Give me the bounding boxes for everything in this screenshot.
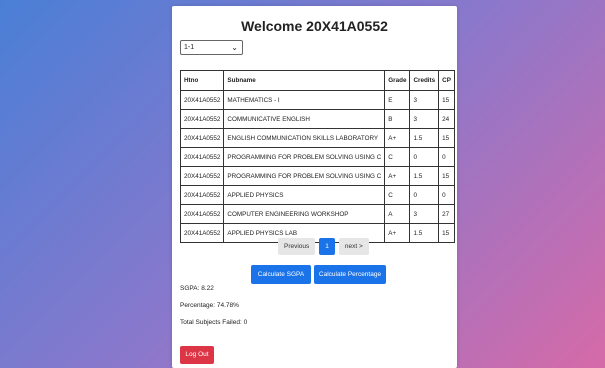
subjects-failed-value: Total Subjects Failed: 0	[180, 319, 248, 326]
column-header-credits: Credits	[409, 70, 440, 91]
cell-grade: C	[384, 147, 411, 167]
cell-htno: 20X41A0552	[179, 90, 225, 110]
semester-select[interactable]: 1-1 ⌄	[180, 40, 243, 55]
cell-credits: 1.5	[409, 128, 440, 148]
cell-credits: 1.5	[409, 223, 440, 243]
results-table: Htno Subname Grade Credits CP 20X41A0552…	[179, 70, 455, 243]
cell-grade: A	[384, 204, 411, 224]
cell-subname: PROGRAMMING FOR PROBLEM SOLVING USING C	[223, 147, 386, 167]
cell-subname: MATHEMATICS - I	[223, 90, 386, 110]
calculate-sgpa-button[interactable]: Calculate SGPA	[251, 265, 311, 284]
cell-grade: B	[384, 109, 411, 129]
cell-subname: APPLIED PHYSICS	[223, 185, 386, 205]
cell-credits: 3	[409, 90, 440, 110]
cell-cp: 15	[438, 90, 455, 110]
table-row: 20X41A0552 PROGRAMMING FOR PROBLEM SOLVI…	[179, 147, 455, 167]
cell-cp: 15	[438, 128, 455, 148]
column-header-subname: Subname	[223, 70, 386, 91]
cell-credits: 0	[409, 147, 440, 167]
cell-subname: COMMUNICATIVE ENGLISH	[223, 109, 386, 129]
column-header-grade: Grade	[384, 70, 411, 91]
log-out-button[interactable]: Log Out	[180, 346, 214, 364]
cell-htno: 20X41A0552	[179, 147, 225, 167]
cell-credits: 3	[409, 204, 440, 224]
table-row: 20X41A0552 APPLIED PHYSICS C 0 0	[179, 185, 455, 205]
cell-subname: ENGLISH COMMUNICATION SKILLS LABORATORY	[223, 128, 386, 148]
calculate-percentage-button[interactable]: Calculate Percentage	[314, 265, 386, 284]
cell-htno: 20X41A0552	[179, 128, 225, 148]
percentage-value: Percentage: 74.78%	[180, 302, 239, 309]
table-row: 20X41A0552 COMMUNICATIVE ENGLISH B 3 24	[179, 109, 455, 129]
cell-subname: PROGRAMMING FOR PROBLEM SOLVING USING C	[223, 166, 386, 186]
cell-htno: 20X41A0552	[179, 223, 225, 243]
semester-select-value: 1-1	[184, 44, 195, 51]
results-card: Welcome 20X41A0552 1-1 ⌄ Htno Subname Gr…	[172, 6, 457, 368]
sgpa-value: SGPA: 8.22	[180, 285, 214, 292]
table-row: 20X41A0552 ENGLISH COMMUNICATION SKILLS …	[179, 128, 455, 148]
chevron-down-icon: ⌄	[231, 43, 238, 52]
cell-grade: A+	[384, 166, 411, 186]
table-row: 20X41A0552 COMPUTER ENGINEERING WORKSHOP…	[179, 204, 455, 224]
table-row: 20X41A0552 MATHEMATICS - I E 3 15	[179, 90, 455, 110]
table-row: 20X41A0552 PROGRAMMING FOR PROBLEM SOLVI…	[179, 166, 455, 186]
table-header-row: Htno Subname Grade Credits CP	[179, 70, 455, 91]
page-title: Welcome 20X41A0552	[241, 18, 388, 34]
previous-page-button[interactable]: Previous	[278, 238, 316, 255]
column-header-cp: CP	[438, 70, 455, 91]
cell-cp: 0	[438, 185, 455, 205]
next-page-button[interactable]: next >	[338, 238, 369, 255]
cell-credits: 1.5	[409, 166, 440, 186]
cell-htno: 20X41A0552	[179, 185, 225, 205]
cell-cp: 27	[438, 204, 455, 224]
current-page-button[interactable]: 1	[319, 238, 335, 255]
cell-cp: 15	[438, 223, 455, 243]
cell-htno: 20X41A0552	[179, 166, 225, 186]
cell-subname: COMPUTER ENGINEERING WORKSHOP	[223, 204, 386, 224]
cell-cp: 15	[438, 166, 455, 186]
cell-htno: 20X41A0552	[179, 109, 225, 129]
cell-htno: 20X41A0552	[179, 204, 225, 224]
cell-cp: 0	[438, 147, 455, 167]
cell-grade: A+	[384, 223, 411, 243]
cell-credits: 3	[409, 109, 440, 129]
cell-grade: C	[384, 185, 411, 205]
pagination: Previous 1 next >	[278, 238, 369, 255]
cell-cp: 24	[438, 109, 455, 129]
column-header-htno: Htno	[179, 70, 225, 91]
cell-grade: E	[384, 90, 411, 110]
cell-credits: 0	[409, 185, 440, 205]
cell-grade: A+	[384, 128, 411, 148]
